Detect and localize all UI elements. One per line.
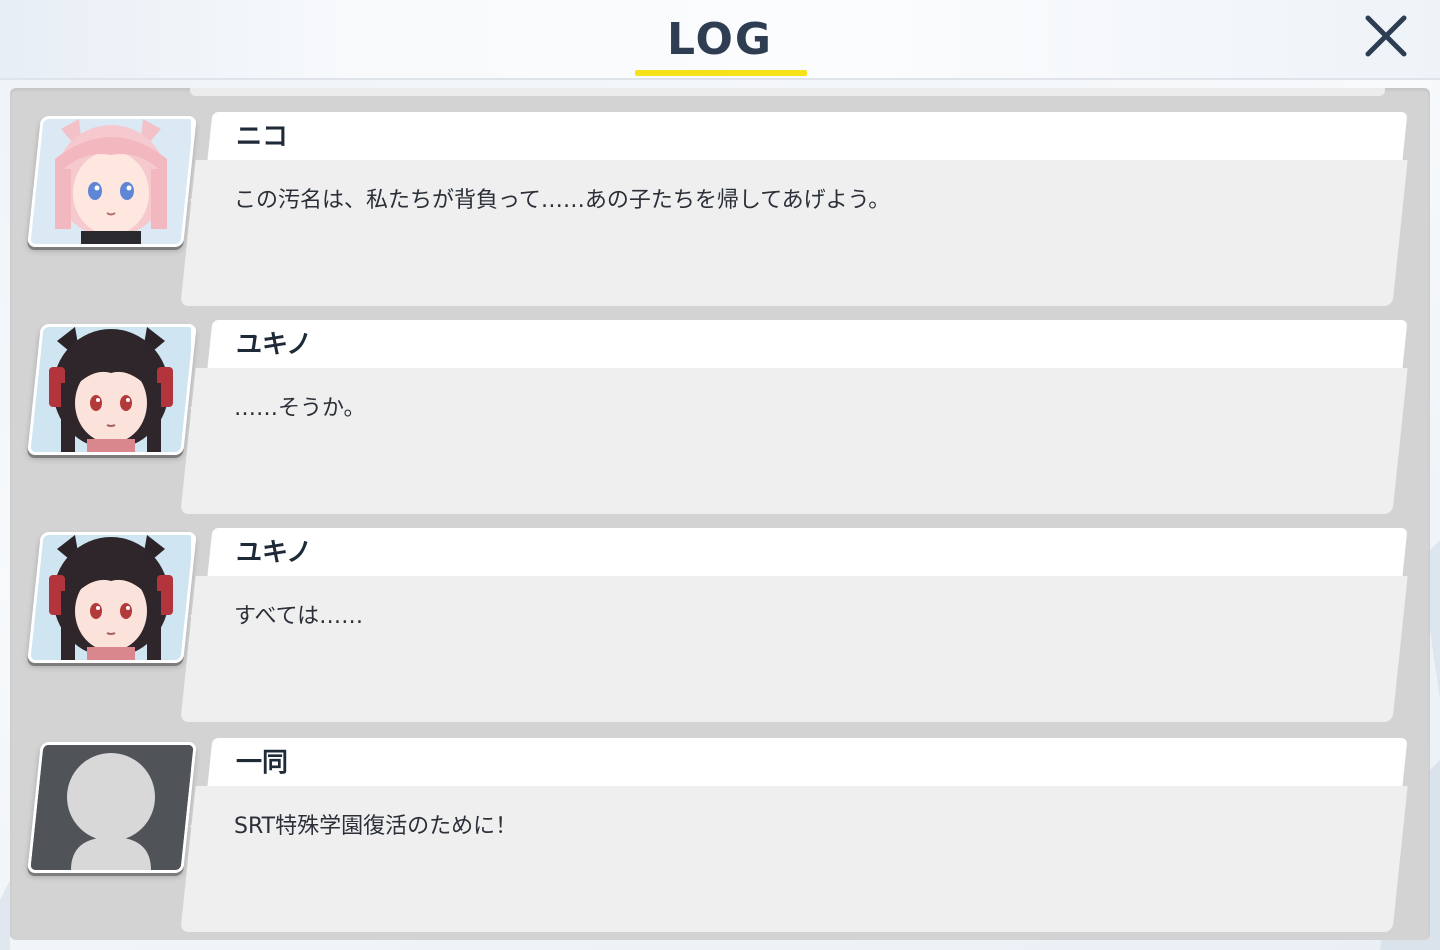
log-entry: ニコ この汚名は、私たちが背負って……あの子たちを帰してあげよう。 (10, 88, 1430, 306)
avatar-group (27, 742, 197, 873)
silhouette-icon (31, 745, 191, 870)
speaker-name-bar (207, 320, 1408, 368)
log-entry: ユキノ ……そうか。 (10, 296, 1430, 514)
message-text: ……そうか。 (234, 396, 366, 421)
speaker-name: ユキノ (236, 538, 313, 568)
speaker-name: ユキノ (236, 330, 313, 360)
message-tail (190, 812, 204, 840)
message-tail (190, 186, 204, 214)
speaker-name: 一同 (236, 748, 289, 778)
niko-portrait-icon (31, 119, 191, 244)
message-tail (190, 602, 204, 630)
message-text: すべては…… (234, 604, 364, 629)
avatar-yukino (27, 532, 197, 663)
speaker-name: ニコ (236, 122, 289, 152)
yukino-portrait-icon (31, 535, 191, 660)
log-header: LOG (0, 0, 1440, 80)
speaker-name-bar (207, 112, 1408, 160)
yukino-portrait-icon (31, 327, 191, 452)
message-text: この汚名は、私たちが背負って……あの子たちを帰してあげよう。 (234, 188, 891, 213)
log-entry: ユキノ すべては…… (10, 504, 1430, 722)
speaker-name-bar (207, 528, 1408, 576)
title-underline (635, 70, 807, 76)
close-icon (1365, 15, 1407, 57)
log-entry: 一同 SRT特殊学園復活のために！ (10, 714, 1430, 932)
log-list[interactable]: ニコ この汚名は、私たちが背負って……あの子たちを帰してあげよう。 ユキノ ……… (10, 88, 1430, 940)
close-button[interactable] (1362, 12, 1410, 60)
speaker-name-bar (207, 738, 1408, 786)
message-box (180, 576, 1408, 722)
message-text: SRT特殊学園復活のために！ (234, 814, 518, 839)
avatar-niko (27, 116, 197, 247)
message-tail (190, 394, 204, 422)
avatar-yukino (27, 324, 197, 455)
page-title: LOG (667, 14, 773, 65)
